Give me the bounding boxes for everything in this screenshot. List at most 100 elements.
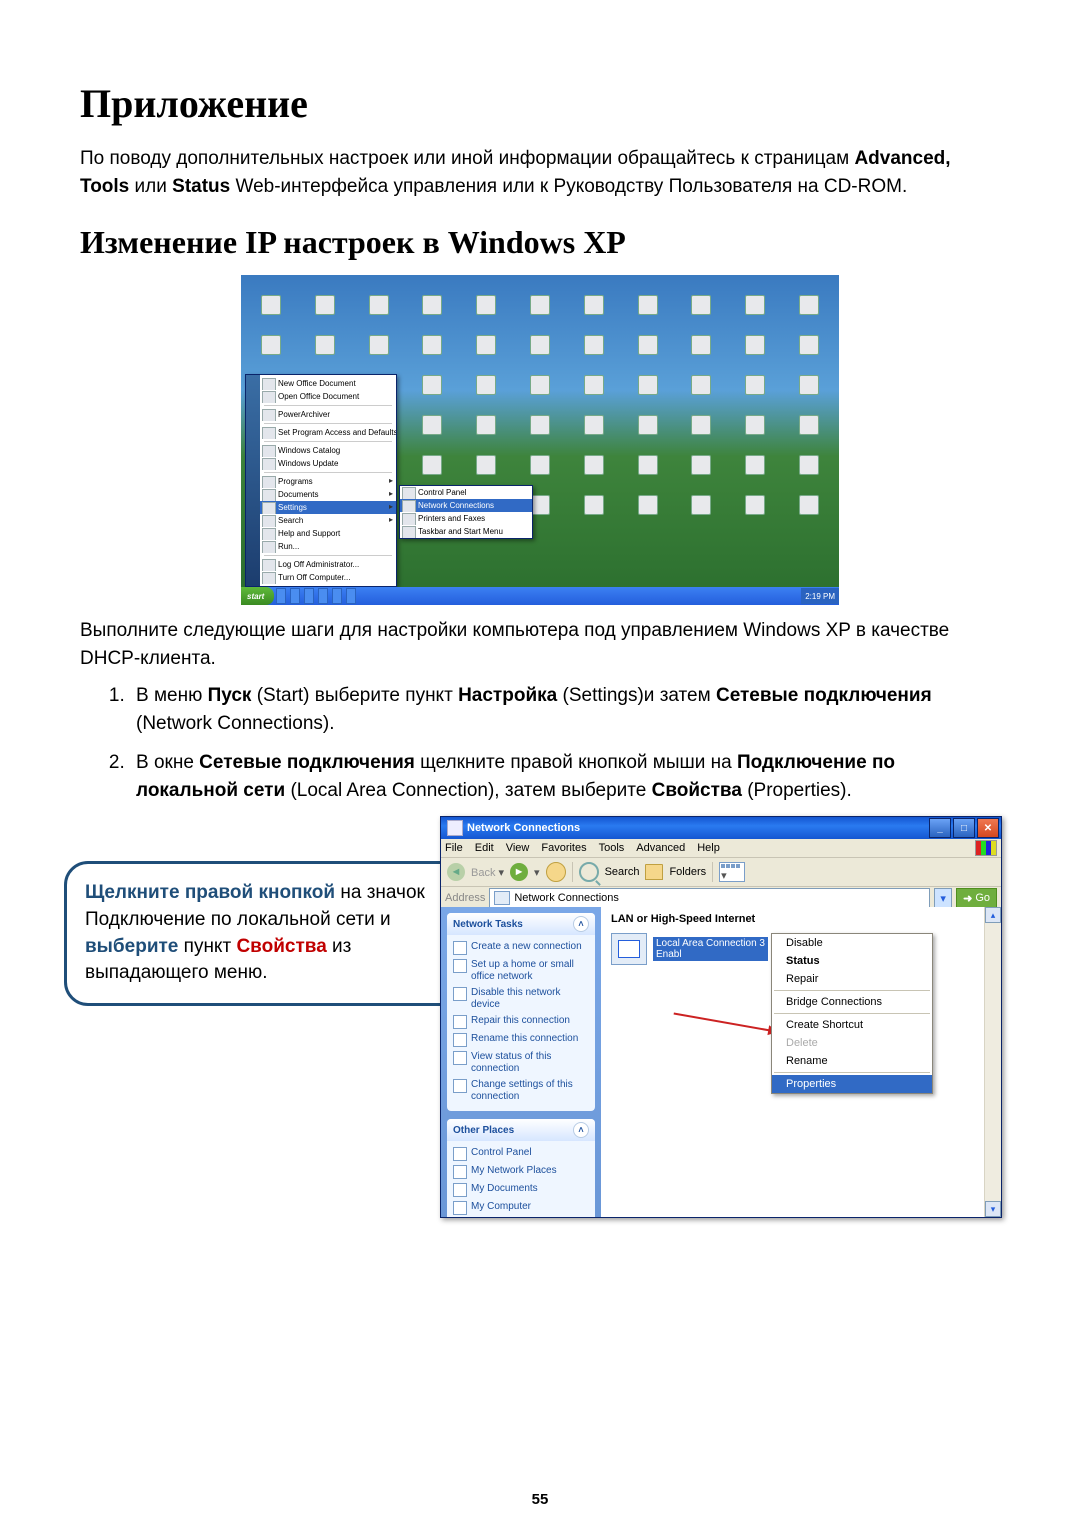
start-menu-item[interactable]: Windows Update <box>260 457 396 470</box>
address-field[interactable]: Network Connections <box>489 888 930 908</box>
start-menu-item[interactable]: Windows Catalog <box>260 444 396 457</box>
ctx-repair[interactable]: Repair <box>772 970 932 988</box>
connection-item[interactable]: Local Area Connection 3 Enabl <box>611 933 768 965</box>
submenu-taskbar[interactable]: Taskbar and Start Menu <box>400 525 532 538</box>
taskbar-button[interactable] <box>332 588 342 604</box>
start-menu-item-shutdown[interactable]: Turn Off Computer... <box>260 571 396 584</box>
ctx-bridge[interactable]: Bridge Connections <box>772 993 932 1011</box>
ctx-status[interactable]: Status <box>772 952 932 970</box>
menu-bar[interactable]: File Edit View Favorites Tools Advanced … <box>441 839 1001 858</box>
taskbar-button[interactable] <box>318 588 328 604</box>
start-menu-item-search[interactable]: Search <box>260 514 396 527</box>
taskbar[interactable]: start 2:19 PM <box>241 587 839 605</box>
submenu-network-connections[interactable]: Network Connections <box>400 499 532 512</box>
content-pane[interactable]: LAN or High-Speed Internet Local Area Co… <box>601 907 1001 1217</box>
place-link[interactable]: Control Panel <box>453 1145 589 1163</box>
start-menu-item-run[interactable]: Run... <box>260 540 396 553</box>
up-button[interactable] <box>546 862 566 882</box>
menu-advanced[interactable]: Advanced <box>636 842 685 854</box>
search-icon[interactable] <box>579 862 599 882</box>
task-link[interactable]: Create a new connection <box>453 939 589 957</box>
ctx-shortcut[interactable]: Create Shortcut <box>772 1016 932 1034</box>
place-icon <box>453 1201 467 1215</box>
step-text: В окне <box>136 752 199 773</box>
start-menu-item-documents[interactable]: Documents <box>260 488 396 501</box>
scroll-up-button[interactable]: ▴ <box>985 907 1001 923</box>
go-arrow-icon: ➜ <box>963 892 972 905</box>
connection-status: Enabl <box>656 949 765 960</box>
place-icon <box>453 1183 467 1197</box>
place-link[interactable]: My Documents <box>453 1181 589 1199</box>
menu-view[interactable]: View <box>506 842 530 854</box>
start-submenu-settings[interactable]: Control Panel Network Connections Printe… <box>399 485 533 539</box>
scroll-down-button[interactable]: ▾ <box>985 1201 1001 1217</box>
step-2: В окне Сетевые подключения щелкните прав… <box>130 749 1000 804</box>
back-label[interactable]: Back <box>471 866 504 879</box>
red-arrow-icon <box>674 1013 771 1032</box>
menu-tools[interactable]: Tools <box>599 842 625 854</box>
start-menu-item[interactable]: Set Program Access and Defaults <box>260 426 396 439</box>
ctx-properties[interactable]: Properties <box>772 1075 932 1093</box>
place-label: My Computer <box>471 1201 531 1213</box>
taskbar-button[interactable] <box>304 588 314 604</box>
address-dropdown-button[interactable]: ▾ <box>934 888 952 908</box>
context-menu[interactable]: Disable Status Repair Bridge Connections… <box>771 933 933 1094</box>
ctx-rename[interactable]: Rename <box>772 1052 932 1070</box>
task-label: Create a new connection <box>471 941 582 953</box>
minimize-button[interactable]: _ <box>929 818 951 838</box>
task-link[interactable]: Disable this network device <box>453 985 589 1013</box>
taskbar-button[interactable] <box>346 588 356 604</box>
place-icon <box>453 1165 467 1179</box>
go-button[interactable]: ➜Go <box>956 888 997 908</box>
task-link[interactable]: Rename this connection <box>453 1031 589 1049</box>
forward-dropdown[interactable] <box>534 866 540 879</box>
start-menu[interactable]: New Office Document Open Office Document… <box>245 374 397 587</box>
task-link[interactable]: Repair this connection <box>453 1013 589 1031</box>
chevron-up-icon[interactable]: ˄ <box>573 916 589 932</box>
menu-favorites[interactable]: Favorites <box>541 842 586 854</box>
submenu-printers[interactable]: Printers and Faxes <box>400 512 532 525</box>
panel-header[interactable]: Network Tasks <box>453 919 523 930</box>
search-label[interactable]: Search <box>605 866 640 878</box>
forward-button[interactable]: ► <box>510 863 528 881</box>
chevron-up-icon[interactable]: ˄ <box>573 1122 589 1138</box>
ctx-disable[interactable]: Disable <box>772 934 932 952</box>
menu-file[interactable]: File <box>445 842 463 854</box>
category-header: LAN or High-Speed Internet <box>601 907 1001 927</box>
close-button[interactable]: ✕ <box>977 818 999 838</box>
start-menu-item-programs[interactable]: Programs <box>260 475 396 488</box>
place-link[interactable]: My Computer <box>453 1199 589 1217</box>
start-menu-item-settings[interactable]: Settings <box>260 501 396 514</box>
step-text: щелкните правой кнопкой мыши на <box>420 752 737 773</box>
window-titlebar[interactable]: Network Connections _ □ ✕ <box>441 817 1001 839</box>
folders-icon[interactable] <box>645 864 663 880</box>
start-button[interactable]: start <box>241 587 274 605</box>
ctx-delete[interactable]: Delete <box>772 1034 932 1052</box>
start-menu-item[interactable]: PowerArchiver <box>260 408 396 421</box>
maximize-button[interactable]: □ <box>953 818 975 838</box>
toolbar[interactable]: ◄ Back ► Search Folders <box>441 858 1001 887</box>
folders-label[interactable]: Folders <box>669 866 706 878</box>
scrollbar[interactable]: ▴ ▾ <box>984 907 1001 1217</box>
connection-icon <box>611 933 647 965</box>
menu-edit[interactable]: Edit <box>475 842 494 854</box>
system-tray[interactable]: 2:19 PM <box>801 588 839 604</box>
start-menu-item-logoff[interactable]: Log Off Administrator... <box>260 558 396 571</box>
tray-clock: 2:19 PM <box>805 592 835 601</box>
back-button[interactable]: ◄ <box>447 863 465 881</box>
panel-header[interactable]: Other Places <box>453 1125 514 1136</box>
start-menu-item[interactable]: New Office Document <box>260 377 396 390</box>
submenu-control-panel[interactable]: Control Panel <box>400 486 532 499</box>
start-menu-item-help[interactable]: Help and Support <box>260 527 396 540</box>
task-link[interactable]: Change settings of this connection <box>453 1077 589 1105</box>
place-link[interactable]: My Network Places <box>453 1163 589 1181</box>
taskbar-button[interactable] <box>276 588 286 604</box>
start-menu-item[interactable]: Open Office Document <box>260 390 396 403</box>
task-link[interactable]: View status of this connection <box>453 1049 589 1077</box>
place-label: Control Panel <box>471 1147 532 1159</box>
step-bold: Пуск <box>208 685 252 706</box>
view-button[interactable] <box>719 862 745 882</box>
task-link[interactable]: Set up a home or small office network <box>453 957 589 985</box>
menu-help[interactable]: Help <box>697 842 720 854</box>
taskbar-button[interactable] <box>290 588 300 604</box>
